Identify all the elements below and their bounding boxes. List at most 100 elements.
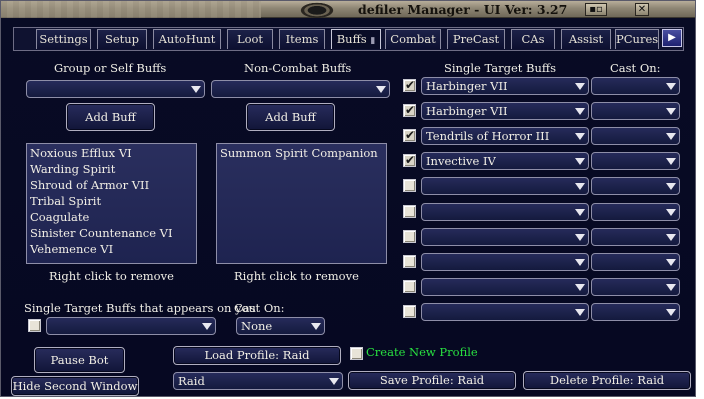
chevron-down-icon [575,133,585,140]
appears-cast-on-value: None [241,319,273,333]
tab-autohunt[interactable]: AutoHunt [153,29,221,49]
single-target-checkbox[interactable] [403,255,416,268]
checkmark-icon: ✔ [405,78,416,92]
single-target-buff-dropdown[interactable] [421,253,589,271]
group-buffs-list[interactable]: Noxious Efflux VI Warding Spirit Shroud … [26,143,197,264]
tab-items[interactable]: Items [279,29,325,49]
single-target-checkbox[interactable]: ✔ [403,78,416,92]
hide-second-window-button[interactable]: Hide Second Window [11,376,139,396]
noncombat-buffs-dropdown[interactable] [211,80,390,98]
single-target-cast-on-dropdown[interactable] [591,127,680,145]
buffs-tab-marker-icon: ▮ [370,36,376,46]
chevron-down-icon [311,323,321,330]
single-target-buff-dropdown[interactable]: Harbinger VII [421,102,589,120]
chevron-down-icon [575,234,585,241]
chevron-down-icon [575,259,585,266]
noncombat-buffs-hint: Right click to remove [234,269,359,283]
chevron-down-icon [575,158,585,165]
appears-on-you-dropdown[interactable] [46,317,216,335]
add-noncombat-buff-button[interactable]: Add Buff [246,103,335,131]
list-item[interactable]: Coagulate [30,210,193,226]
chevron-down-icon [376,86,386,93]
chevron-down-icon [575,83,585,90]
single-target-cast-on-dropdown[interactable] [591,102,680,120]
profile-dropdown[interactable]: Raid [173,372,343,390]
tab-buffs[interactable]: Buffs ▮ [331,29,381,49]
single-target-cast-on-dropdown[interactable] [591,152,680,170]
list-item[interactable]: Sinister Countenance VI [30,226,193,242]
list-item[interactable]: Tribal Spirit [30,194,193,210]
single-target-buff-value: Harbinger VII [426,79,508,93]
chevron-down-icon [666,284,676,291]
single-target-checkbox[interactable]: ✔ [403,153,416,167]
minimize-icon[interactable]: ▪▫ [585,3,607,16]
single-target-checkbox[interactable]: ✔ [403,128,416,142]
single-target-buff-dropdown[interactable] [421,177,589,195]
single-target-checkbox[interactable] [403,305,416,318]
chevron-down-icon [666,183,676,190]
chevron-down-icon [191,86,201,93]
delete-profile-button[interactable]: Delete Profile: Raid [523,371,691,390]
noncombat-buffs-list[interactable]: Summon Spirit Companion [216,143,387,264]
chevron-down-icon [575,183,585,190]
single-target-buff-dropdown[interactable] [421,228,589,246]
tab-settings[interactable]: Settings [36,29,91,49]
manager-window: defiler Manager - UI Ver: 3.27 ▪▫ ✕ Sett… [0,0,696,397]
create-profile-checkbox[interactable] [350,347,363,360]
pause-bot-button[interactable]: Pause Bot [34,347,125,373]
list-item[interactable]: Warding Spirit [30,162,193,178]
tab-combat[interactable]: Combat [385,29,441,49]
chevron-down-icon [666,158,676,165]
single-target-cast-on-dropdown[interactable] [591,253,680,271]
checkmark-icon: ✔ [405,153,416,167]
list-item[interactable]: Shroud of Armor VII [30,178,193,194]
tab-assist[interactable]: Assist [561,29,611,49]
single-target-checkbox[interactable]: ✔ [403,103,416,117]
single-target-checkbox[interactable] [403,205,416,218]
single-target-cast-on-dropdown[interactable] [591,303,680,321]
noncombat-buffs-header: Non-Combat Buffs [244,61,352,75]
single-target-cast-on-dropdown[interactable] [591,77,680,95]
chevron-down-icon [666,309,676,316]
chevron-down-icon [202,323,212,330]
list-item[interactable]: Summon Spirit Companion [220,146,383,162]
list-item[interactable]: Noxious Efflux VI [30,146,193,162]
single-target-buff-dropdown[interactable] [421,303,589,321]
single-target-buff-value: Harbinger VII [426,104,508,118]
single-target-cast-on-dropdown[interactable] [591,203,680,221]
chevron-down-icon [666,108,676,115]
single-target-cast-on-dropdown[interactable] [591,228,680,246]
single-target-buff-dropdown[interactable]: Tendrils of Horror III [421,127,589,145]
single-target-buff-dropdown[interactable] [421,203,589,221]
group-buffs-header: Group or Self Buffs [54,61,167,75]
profile-dropdown-value: Raid [178,374,205,388]
single-target-header: Single Target Buffs [444,61,556,75]
save-profile-button[interactable]: Save Profile: Raid [348,371,516,390]
tab-scroll-right-icon[interactable]: ▶ [662,29,682,47]
single-target-buff-dropdown[interactable] [421,278,589,296]
tab-setup[interactable]: Setup [97,29,147,49]
single-target-buff-dropdown[interactable]: Invective IV [421,152,589,170]
add-group-buff-button[interactable]: Add Buff [66,103,155,131]
appears-on-you-checkbox[interactable] [28,319,41,332]
cast-on-header: Cast On: [610,61,661,75]
title-bar[interactable]: defiler Manager - UI Ver: 3.27 ▪▫ ✕ [1,1,695,18]
group-buffs-dropdown[interactable] [26,80,205,98]
single-target-buff-dropdown[interactable]: Harbinger VII [421,77,589,95]
list-item[interactable]: Vehemence VI [30,242,193,258]
single-target-checkbox[interactable] [403,179,416,192]
tab-precast[interactable]: PreCast [447,29,505,49]
chevron-down-icon [575,309,585,316]
chevron-down-icon [666,83,676,90]
close-icon[interactable]: ✕ [635,3,649,16]
appears-cast-on-dropdown[interactable]: None [236,317,325,335]
single-target-cast-on-dropdown[interactable] [591,177,680,195]
tab-pcures[interactable]: PCures [615,29,659,49]
single-target-cast-on-dropdown[interactable] [591,278,680,296]
tab-cas[interactable]: CAs [511,29,555,49]
load-profile-button[interactable]: Load Profile: Raid [173,346,341,365]
tab-loot[interactable]: Loot [227,29,273,49]
single-target-checkbox[interactable] [403,230,416,243]
single-target-checkbox[interactable] [403,280,416,293]
create-profile-label[interactable]: Create New Profile [366,345,478,359]
